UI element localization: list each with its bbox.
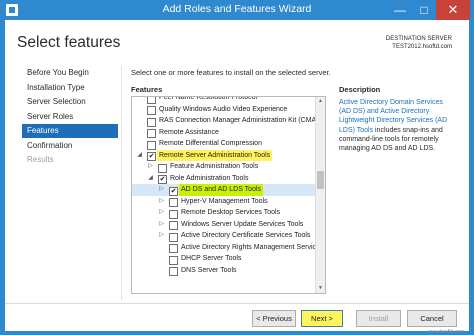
nav-item-server-roles[interactable]: Server Roles — [22, 110, 118, 124]
tree-scrollbar[interactable]: ▲ ▼ — [315, 97, 325, 293]
feature-label: Remote Differential Compression — [159, 140, 262, 147]
minimize-button[interactable]: — — [388, 0, 412, 20]
feature-checkbox[interactable] — [147, 140, 156, 150]
previous-button[interactable]: < Previous — [252, 310, 296, 327]
feature-checkbox[interactable] — [147, 117, 156, 127]
tree-row[interactable]: Active Directory Rights Management Servi… — [132, 242, 316, 253]
intro-text: Select one or more features to install o… — [131, 68, 331, 77]
feature-checkbox[interactable] — [169, 267, 178, 276]
feature-label: Role Administration Tools — [170, 174, 249, 182]
scroll-up-icon[interactable]: ▲ — [316, 97, 325, 106]
expander-open-icon[interactable]: ◢ — [147, 173, 154, 185]
maximize-button[interactable]: □ — [412, 0, 436, 20]
feature-label: Feature Administration Tools — [170, 163, 259, 170]
features-heading: Features — [131, 85, 163, 94]
tree-row[interactable]: Peer Name Resolution Protocol — [132, 96, 315, 104]
tree-row[interactable]: Remote Assistance — [132, 127, 315, 138]
feature-label: Active Directory Certificate Services To… — [181, 232, 311, 239]
features-tree[interactable]: Peer Name Resolution Protocol Quality Win… — [131, 96, 326, 294]
install-button: Install — [356, 310, 401, 327]
tree-row[interactable]: ▷ Remote Desktop Services Tools — [132, 207, 315, 219]
next-button[interactable]: Next > — [301, 310, 343, 327]
destination-label: DESTINATION SERVER — [385, 36, 452, 42]
feature-checkbox[interactable]: ✔ — [147, 152, 156, 161]
description-text: Active Directory Domain Services (AD DS)… — [339, 98, 449, 153]
checkmark-icon: ✔ — [170, 187, 177, 195]
feature-label: DHCP Server Tools — [181, 255, 242, 262]
close-button[interactable]: ✕ — [436, 0, 470, 20]
feature-checkbox[interactable] — [147, 97, 156, 104]
expander-closed-icon[interactable]: ▷ — [158, 196, 165, 208]
scroll-down-icon[interactable]: ▼ — [316, 284, 325, 293]
tree-row[interactable]: ▷ Windows Server Update Services Tools — [132, 219, 315, 231]
features-tree-rows: Peer Name Resolution Protocol Quality Win… — [132, 96, 317, 276]
destination-server-name: TEST2012.hsoftd.com — [392, 44, 452, 50]
wizard-steps-nav: Before You Begin Installation Type Serve… — [22, 66, 118, 168]
feature-label: DNS Server Tools — [181, 266, 237, 274]
nav-item-features[interactable]: Features — [22, 124, 118, 138]
feature-label: RAS Connection Manager Administration Ki… — [159, 117, 317, 124]
feature-checkbox[interactable] — [169, 232, 178, 242]
feature-checkbox[interactable] — [169, 244, 178, 253]
tree-row[interactable]: ◢ ✔ Role Administration Tools — [132, 173, 315, 185]
page-title: Select features — [17, 34, 121, 51]
feature-label: Quality Windows Audio Video Experience — [159, 105, 288, 113]
expander-open-icon[interactable]: ◢ — [136, 150, 143, 162]
nav-item-installation-type[interactable]: Installation Type — [22, 81, 118, 95]
nav-item-results: Results — [27, 155, 54, 164]
nav-divider — [121, 66, 122, 300]
tree-row[interactable]: DNS Server Tools — [132, 265, 315, 276]
tree-row[interactable]: ▷ ✔ AD DS and AD LDS Tools — [132, 184, 315, 196]
feature-checkbox[interactable] — [169, 255, 178, 265]
expander-closed-icon[interactable]: ▷ — [158, 219, 165, 231]
feature-checkbox[interactable] — [158, 163, 167, 173]
nav-item-before-you-begin[interactable]: Before You Begin — [22, 66, 118, 80]
title-bar: Add Roles and Features Wizard — □ ✕ — [0, 0, 474, 20]
feature-checkbox[interactable] — [147, 129, 156, 138]
footer-divider — [5, 303, 469, 304]
expander-closed-icon[interactable]: ▷ — [147, 161, 154, 173]
feature-label: Hyper-V Management Tools — [181, 197, 268, 205]
window-frame-right — [469, 20, 474, 335]
window-frame-left — [0, 20, 5, 335]
tree-row[interactable]: ▷ Feature Administration Tools — [132, 161, 315, 173]
feature-label: AD DS and AD LDS Tools — [179, 184, 264, 196]
tree-row[interactable]: ▷ Hyper-V Management Tools — [132, 196, 315, 208]
tree-row[interactable]: ◢ ✔ Remote Server Administration Tools — [132, 149, 315, 162]
feature-checkbox[interactable] — [169, 198, 178, 207]
feature-checkbox[interactable] — [147, 106, 156, 115]
feature-label: Remote Assistance — [159, 128, 219, 136]
tree-row[interactable]: DHCP Server Tools — [132, 253, 315, 265]
tree-row[interactable]: ▷ Active Directory Certificate Services T… — [132, 230, 315, 242]
feature-label: Peer Name Resolution Protocol — [159, 96, 258, 101]
expander-closed-icon[interactable]: ▷ — [158, 230, 165, 242]
watermark: www.hsoftd.com — [427, 329, 464, 335]
feature-label: Windows Server Update Services Tools — [181, 220, 304, 228]
feature-label: Remote Server Administration Tools — [157, 149, 273, 161]
window-frame-bottom — [0, 331, 474, 335]
feature-checkbox[interactable]: ✔ — [169, 186, 178, 196]
feature-checkbox[interactable] — [169, 221, 178, 230]
scrollbar-thumb[interactable] — [317, 171, 324, 189]
expander-closed-icon[interactable]: ▷ — [158, 207, 165, 219]
feature-label: Remote Desktop Services Tools — [181, 209, 281, 216]
expander-closed-icon[interactable]: ▷ — [158, 184, 165, 196]
nav-item-server-selection[interactable]: Server Selection — [22, 95, 118, 109]
tree-row[interactable]: Remote Differential Compression — [132, 138, 315, 150]
checkmark-icon: ✔ — [159, 176, 166, 183]
tree-row[interactable]: Quality Windows Audio Video Experience — [132, 104, 315, 115]
checkmark-icon: ✔ — [148, 153, 155, 160]
tree-row[interactable]: RAS Connection Manager Administration Ki… — [132, 115, 317, 127]
destination-server-info: DESTINATION SERVER TEST2012.hsoftd.com — [386, 35, 452, 51]
feature-label: Active Directory Rights Management Servi… — [181, 243, 316, 251]
cancel-button[interactable]: Cancel — [407, 310, 457, 327]
nav-item-confirmation[interactable]: Confirmation — [22, 139, 118, 153]
feature-checkbox[interactable] — [169, 209, 178, 219]
description-heading: Description — [339, 85, 381, 94]
feature-checkbox[interactable]: ✔ — [158, 175, 167, 184]
